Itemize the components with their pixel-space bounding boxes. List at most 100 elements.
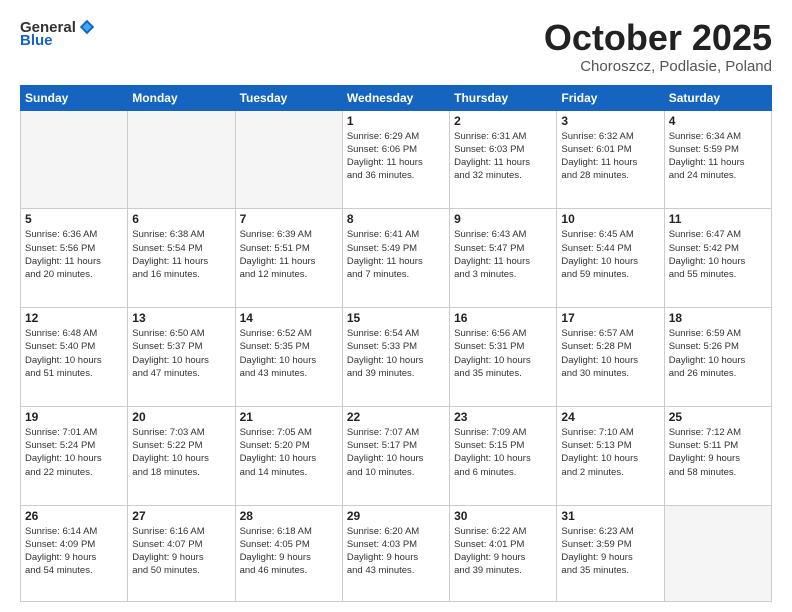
day-number: 10 bbox=[561, 212, 659, 226]
calendar-cell: 13 Sunrise: 6:50 AM Sunset: 5:37 PM Dayli… bbox=[128, 308, 235, 407]
calendar-cell: 25 Sunrise: 7:12 AM Sunset: 5:11 PM Dayli… bbox=[664, 406, 771, 505]
calendar-cell: 2Sunrise: 6:31 AM Sunset: 6:03 PM Daylig… bbox=[450, 110, 557, 209]
day-info: Sunrise: 6:54 AM Sunset: 5:33 PM Dayligh… bbox=[347, 327, 445, 380]
day-number: 13 bbox=[132, 311, 230, 325]
day-number: 28 bbox=[240, 509, 338, 523]
day-number: 19 bbox=[25, 410, 123, 424]
calendar-header-row: SundayMondayTuesdayWednesdayThursdayFrid… bbox=[21, 85, 772, 110]
day-info: Sunrise: 7:01 AM Sunset: 5:24 PM Dayligh… bbox=[25, 426, 123, 479]
day-info: Sunrise: 6:41 AM Sunset: 5:49 PM Dayligh… bbox=[347, 228, 445, 281]
calendar-cell bbox=[235, 110, 342, 209]
day-number: 18 bbox=[669, 311, 767, 325]
day-number: 27 bbox=[132, 509, 230, 523]
day-number: 6 bbox=[132, 212, 230, 226]
calendar-cell: 9 Sunrise: 6:43 AM Sunset: 5:47 PM Daylig… bbox=[450, 209, 557, 308]
day-number: 21 bbox=[240, 410, 338, 424]
logo-icon bbox=[78, 18, 96, 36]
calendar-cell: 5 Sunrise: 6:36 AM Sunset: 5:56 PM Daylig… bbox=[21, 209, 128, 308]
day-number: 17 bbox=[561, 311, 659, 325]
day-info: Sunrise: 7:09 AM Sunset: 5:15 PM Dayligh… bbox=[454, 426, 552, 479]
day-number: 7 bbox=[240, 212, 338, 226]
calendar-cell: 22 Sunrise: 7:07 AM Sunset: 5:17 PM Dayli… bbox=[342, 406, 449, 505]
calendar-cell: 17 Sunrise: 6:57 AM Sunset: 5:28 PM Dayli… bbox=[557, 308, 664, 407]
col-header-thursday: Thursday bbox=[450, 85, 557, 110]
calendar-cell: 10 Sunrise: 6:45 AM Sunset: 5:44 PM Dayli… bbox=[557, 209, 664, 308]
calendar-cell: 29Sunrise: 6:20 AM Sunset: 4:03 PM Dayli… bbox=[342, 505, 449, 601]
day-info: Sunrise: 6:45 AM Sunset: 5:44 PM Dayligh… bbox=[561, 228, 659, 281]
calendar-week-4: 26Sunrise: 6:14 AM Sunset: 4:09 PM Dayli… bbox=[21, 505, 772, 601]
day-info: Sunrise: 7:10 AM Sunset: 5:13 PM Dayligh… bbox=[561, 426, 659, 479]
day-number: 9 bbox=[454, 212, 552, 226]
day-number: 23 bbox=[454, 410, 552, 424]
day-info: Sunrise: 7:03 AM Sunset: 5:22 PM Dayligh… bbox=[132, 426, 230, 479]
day-number: 2 bbox=[454, 114, 552, 128]
calendar-cell: 23 Sunrise: 7:09 AM Sunset: 5:15 PM Dayli… bbox=[450, 406, 557, 505]
day-info: Sunrise: 7:07 AM Sunset: 5:17 PM Dayligh… bbox=[347, 426, 445, 479]
day-number: 30 bbox=[454, 509, 552, 523]
title-block: October 2025 Choroszcz, Podlasie, Poland bbox=[544, 18, 772, 75]
day-info: Sunrise: 6:57 AM Sunset: 5:28 PM Dayligh… bbox=[561, 327, 659, 380]
col-header-monday: Monday bbox=[128, 85, 235, 110]
calendar-cell: 6 Sunrise: 6:38 AM Sunset: 5:54 PM Daylig… bbox=[128, 209, 235, 308]
calendar-cell: 11Sunrise: 6:47 AM Sunset: 5:42 PM Dayli… bbox=[664, 209, 771, 308]
day-number: 1 bbox=[347, 114, 445, 128]
day-number: 22 bbox=[347, 410, 445, 424]
calendar-cell: 21 Sunrise: 7:05 AM Sunset: 5:20 PM Dayli… bbox=[235, 406, 342, 505]
day-info: Sunrise: 6:39 AM Sunset: 5:51 PM Dayligh… bbox=[240, 228, 338, 281]
calendar-cell: 26Sunrise: 6:14 AM Sunset: 4:09 PM Dayli… bbox=[21, 505, 128, 601]
day-number: 25 bbox=[669, 410, 767, 424]
day-info: Sunrise: 6:56 AM Sunset: 5:31 PM Dayligh… bbox=[454, 327, 552, 380]
location: Choroszcz, Podlasie, Poland bbox=[544, 58, 772, 75]
calendar-cell: 3 Sunrise: 6:32 AM Sunset: 6:01 PM Daylig… bbox=[557, 110, 664, 209]
calendar-cell: 12 Sunrise: 6:48 AM Sunset: 5:40 PM Dayli… bbox=[21, 308, 128, 407]
day-info: Sunrise: 6:43 AM Sunset: 5:47 PM Dayligh… bbox=[454, 228, 552, 281]
day-number: 12 bbox=[25, 311, 123, 325]
day-number: 11 bbox=[669, 212, 767, 226]
day-info: Sunrise: 7:05 AM Sunset: 5:20 PM Dayligh… bbox=[240, 426, 338, 479]
day-info: Sunrise: 6:23 AM Sunset: 3:59 PM Dayligh… bbox=[561, 525, 659, 578]
col-header-saturday: Saturday bbox=[664, 85, 771, 110]
calendar-cell: 7 Sunrise: 6:39 AM Sunset: 5:51 PM Daylig… bbox=[235, 209, 342, 308]
day-number: 8 bbox=[347, 212, 445, 226]
day-info: Sunrise: 6:18 AM Sunset: 4:05 PM Dayligh… bbox=[240, 525, 338, 578]
logo-blue: Blue bbox=[20, 32, 53, 49]
day-info: Sunrise: 6:14 AM Sunset: 4:09 PM Dayligh… bbox=[25, 525, 123, 578]
calendar-cell: 14Sunrise: 6:52 AM Sunset: 5:35 PM Dayli… bbox=[235, 308, 342, 407]
day-info: Sunrise: 6:32 AM Sunset: 6:01 PM Dayligh… bbox=[561, 130, 659, 183]
calendar-cell: 4Sunrise: 6:34 AM Sunset: 5:59 PM Daylig… bbox=[664, 110, 771, 209]
day-info: Sunrise: 6:22 AM Sunset: 4:01 PM Dayligh… bbox=[454, 525, 552, 578]
calendar-cell: 27 Sunrise: 6:16 AM Sunset: 4:07 PM Dayli… bbox=[128, 505, 235, 601]
day-info: Sunrise: 6:38 AM Sunset: 5:54 PM Dayligh… bbox=[132, 228, 230, 281]
calendar-cell: 1 Sunrise: 6:29 AM Sunset: 6:06 PM Daylig… bbox=[342, 110, 449, 209]
calendar-week-3: 19 Sunrise: 7:01 AM Sunset: 5:24 PM Dayli… bbox=[21, 406, 772, 505]
calendar-cell: 15Sunrise: 6:54 AM Sunset: 5:33 PM Dayli… bbox=[342, 308, 449, 407]
calendar-week-1: 5 Sunrise: 6:36 AM Sunset: 5:56 PM Daylig… bbox=[21, 209, 772, 308]
calendar-cell: 19 Sunrise: 7:01 AM Sunset: 5:24 PM Dayli… bbox=[21, 406, 128, 505]
page: General Blue October 2025 Choroszcz, Pod… bbox=[0, 0, 792, 612]
day-number: 5 bbox=[25, 212, 123, 226]
day-number: 4 bbox=[669, 114, 767, 128]
month-title: October 2025 bbox=[544, 18, 772, 58]
day-info: Sunrise: 7:12 AM Sunset: 5:11 PM Dayligh… bbox=[669, 426, 767, 479]
calendar-cell bbox=[128, 110, 235, 209]
col-header-tuesday: Tuesday bbox=[235, 85, 342, 110]
day-info: Sunrise: 6:16 AM Sunset: 4:07 PM Dayligh… bbox=[132, 525, 230, 578]
day-number: 16 bbox=[454, 311, 552, 325]
day-number: 24 bbox=[561, 410, 659, 424]
calendar-cell: 28 Sunrise: 6:18 AM Sunset: 4:05 PM Dayli… bbox=[235, 505, 342, 601]
calendar-week-2: 12 Sunrise: 6:48 AM Sunset: 5:40 PM Dayli… bbox=[21, 308, 772, 407]
calendar-week-0: 1 Sunrise: 6:29 AM Sunset: 6:06 PM Daylig… bbox=[21, 110, 772, 209]
calendar-cell: 24 Sunrise: 7:10 AM Sunset: 5:13 PM Dayli… bbox=[557, 406, 664, 505]
calendar-cell: 20Sunrise: 7:03 AM Sunset: 5:22 PM Dayli… bbox=[128, 406, 235, 505]
day-info: Sunrise: 6:20 AM Sunset: 4:03 PM Dayligh… bbox=[347, 525, 445, 578]
day-info: Sunrise: 6:48 AM Sunset: 5:40 PM Dayligh… bbox=[25, 327, 123, 380]
day-number: 14 bbox=[240, 311, 338, 325]
day-info: Sunrise: 6:50 AM Sunset: 5:37 PM Dayligh… bbox=[132, 327, 230, 380]
calendar-cell: 18Sunrise: 6:59 AM Sunset: 5:26 PM Dayli… bbox=[664, 308, 771, 407]
day-info: Sunrise: 6:29 AM Sunset: 6:06 PM Dayligh… bbox=[347, 130, 445, 183]
day-info: Sunrise: 6:36 AM Sunset: 5:56 PM Dayligh… bbox=[25, 228, 123, 281]
col-header-sunday: Sunday bbox=[21, 85, 128, 110]
col-header-friday: Friday bbox=[557, 85, 664, 110]
calendar-cell: 31Sunrise: 6:23 AM Sunset: 3:59 PM Dayli… bbox=[557, 505, 664, 601]
day-number: 3 bbox=[561, 114, 659, 128]
